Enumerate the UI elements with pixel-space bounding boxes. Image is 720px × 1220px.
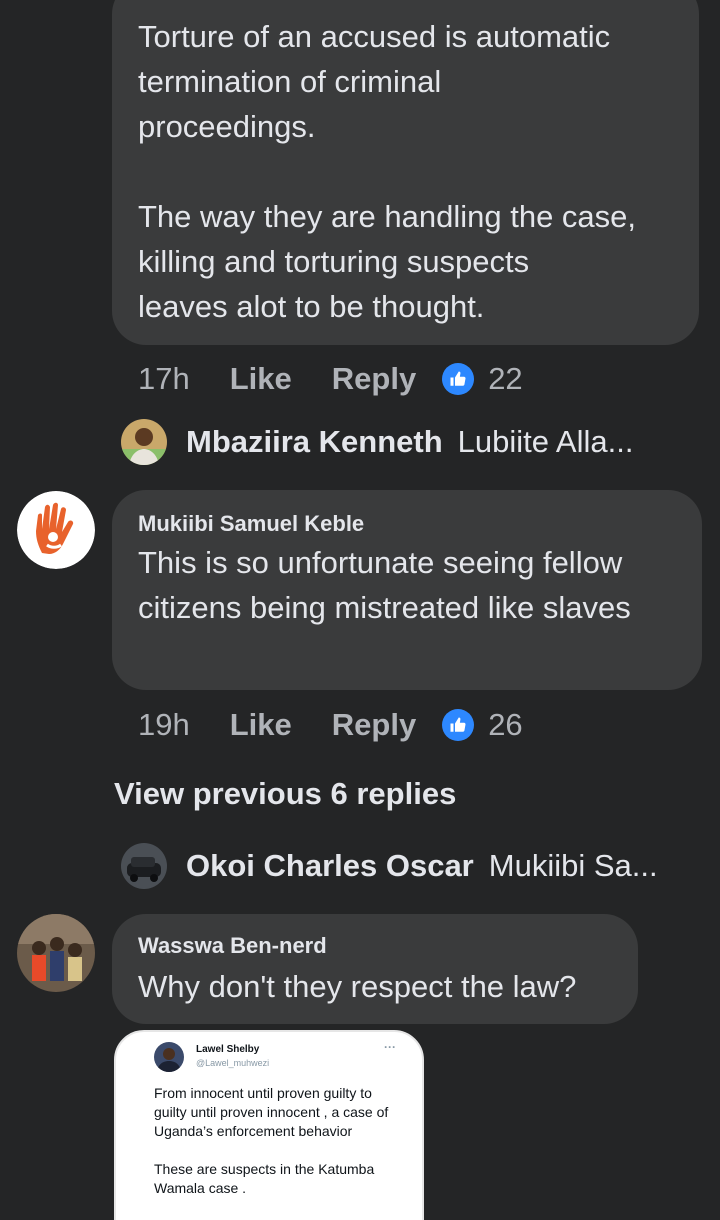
view-previous-replies-link[interactable]: View previous 6 replies bbox=[114, 776, 456, 812]
reply-preview[interactable]: Mbaziira Kenneth Lubiite Alla... bbox=[121, 418, 633, 466]
avatar[interactable] bbox=[17, 914, 95, 992]
avatar[interactable] bbox=[121, 419, 167, 465]
comment-author[interactable]: Mukiibi Samuel Keble bbox=[138, 510, 364, 538]
reaction-count[interactable]: 22 bbox=[488, 361, 522, 397]
reply-snippet: Lubiite Alla... bbox=[457, 424, 634, 459]
comment-bubble[interactable]: Wasswa Ben-nerd Why don't they respect t… bbox=[112, 914, 638, 1024]
comment-text: Why don't they respect the law? bbox=[138, 969, 577, 1004]
attached-image[interactable]: Lawel Shelby @Lawel_muhwezi ··· From inn… bbox=[114, 1030, 424, 1220]
reply-button[interactable]: Reply bbox=[332, 707, 416, 743]
comment-bubble[interactable]: Torture of an accused is automatic termi… bbox=[112, 0, 699, 345]
avatar[interactable] bbox=[121, 843, 167, 889]
comment-actions: 17h Like Reply 22 bbox=[138, 359, 523, 399]
tweet-text: From innocent until proven guilty to gui… bbox=[154, 1085, 389, 1196]
like-reaction-icon[interactable] bbox=[442, 363, 475, 395]
reply-button[interactable]: Reply bbox=[332, 361, 416, 397]
comment-bubble[interactable]: Mukiibi Samuel Keble This is so unfortun… bbox=[112, 490, 702, 690]
tweet-author-name: Lawel Shelby bbox=[196, 1044, 260, 1055]
avatar bbox=[154, 1042, 184, 1072]
comment-text: This is so unfortunate seeing fellow cit… bbox=[138, 545, 631, 625]
more-options-icon: ··· bbox=[384, 1040, 396, 1054]
comment-text: Torture of an accused is automatic termi… bbox=[138, 19, 637, 324]
reply-snippet: Mukiibi Sa... bbox=[488, 848, 658, 883]
comment-timestamp[interactable]: 19h bbox=[138, 707, 190, 743]
reply-preview[interactable]: Okoi Charles Oscar Mukiibi Sa... bbox=[121, 842, 658, 890]
comment-actions: 19h Like Reply 26 bbox=[138, 705, 523, 745]
comment-author[interactable]: Wasswa Ben-nerd bbox=[138, 932, 327, 960]
reply-author-name[interactable]: Okoi Charles Oscar bbox=[186, 848, 474, 884]
comment-timestamp[interactable]: 17h bbox=[138, 361, 190, 397]
reply-author-name[interactable]: Mbaziira Kenneth bbox=[186, 424, 443, 460]
like-button[interactable]: Like bbox=[230, 707, 292, 743]
tweet-author-handle: @Lawel_muhwezi bbox=[196, 1058, 270, 1068]
like-button[interactable]: Like bbox=[230, 361, 292, 397]
avatar[interactable] bbox=[17, 491, 95, 569]
reaction-count[interactable]: 26 bbox=[488, 707, 522, 743]
like-reaction-icon[interactable] bbox=[442, 709, 475, 741]
